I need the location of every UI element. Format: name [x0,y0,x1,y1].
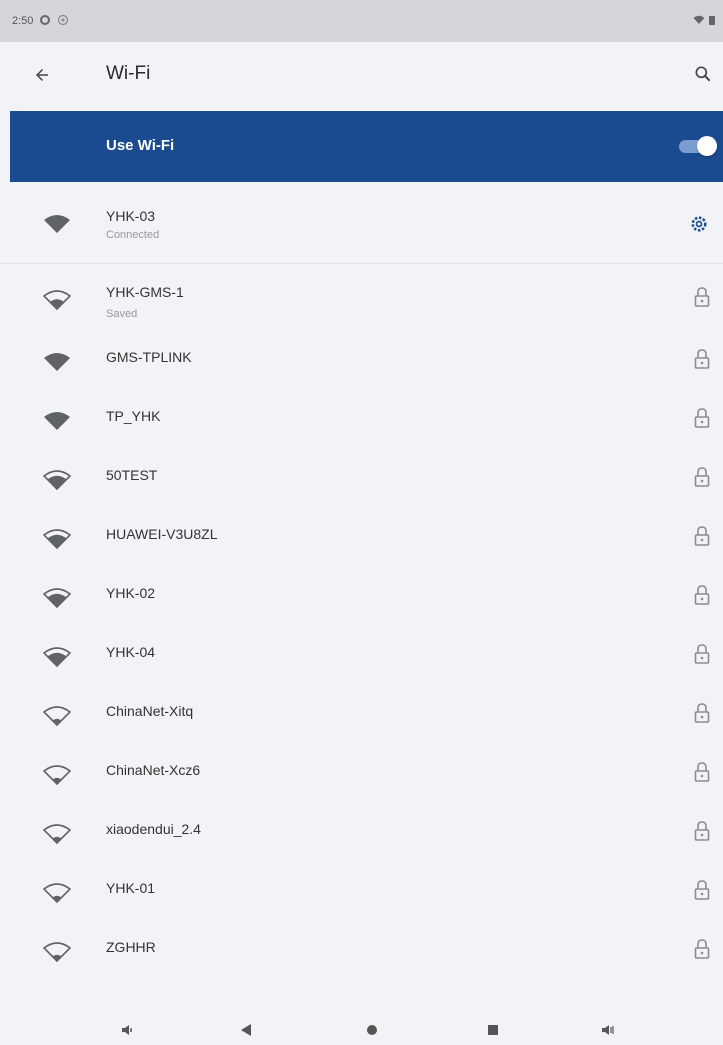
lock-icon [694,821,710,841]
lock-icon [694,349,710,369]
wifi-signal-full-icon [44,353,70,371]
wifi-signal-low-icon [42,706,72,726]
wifi-signal-full-icon [44,215,70,233]
network-row[interactable]: ChinaNet-Xitq [0,686,723,745]
navigation-bar [0,1015,723,1045]
back-button[interactable] [30,63,54,87]
settings-icon [39,14,51,29]
page-title: Wi-Fi [106,63,151,84]
back-nav-button[interactable] [236,1020,256,1040]
lock-icon [694,287,710,307]
network-name: YHK-GMS-1 [106,284,184,300]
connected-network-row[interactable]: YHK-03 Connected [0,186,723,264]
wifi-signal-full-icon [44,412,70,430]
volume-up-button[interactable] [598,1020,618,1040]
network-row[interactable]: YHK-04 [0,627,723,686]
lock-icon [694,526,710,546]
network-list: YHK-GMS-1 Saved GMS-TPLINK TP_YHK 50TEST HUAW… [0,270,723,981]
wifi-signal-high-icon [42,647,72,667]
wifi-signal-high-icon [42,470,72,490]
network-name: YHK-03 [106,208,156,224]
lock-icon [694,762,710,782]
network-name: 50TEST [106,467,158,483]
network-status: Saved [106,308,138,320]
network-row[interactable]: YHK-02 [0,568,723,627]
search-icon [695,66,711,82]
status-bar: 2:50 [0,0,723,42]
network-name: ChinaNet-Xitq [106,703,194,719]
wifi-status-icon [693,15,705,28]
network-row[interactable]: ZGHHR [0,922,723,981]
home-button[interactable] [362,1020,382,1040]
network-row[interactable]: YHK-GMS-1 Saved [0,270,723,332]
network-row[interactable]: 50TEST [0,450,723,509]
network-name: YHK-04 [106,644,156,660]
wifi-signal-low-icon [42,765,72,785]
battery-icon [709,15,715,28]
volume-down-button[interactable] [118,1020,138,1040]
network-name: YHK-01 [106,880,156,896]
wifi-signal-medium-icon [42,290,72,310]
network-name: HUAWEI-V3U8ZL [106,526,218,542]
lock-icon [694,467,710,487]
toggle-thumb [697,136,717,156]
lock-icon [694,703,710,723]
network-name: xiaodendui_2.4 [106,821,201,837]
status-time: 2:50 [12,15,34,27]
volume-up-icon [602,1025,614,1035]
volume-down-icon [122,1025,132,1035]
network-row[interactable]: YHK-01 [0,863,723,922]
network-row[interactable]: xiaodendui_2.4 [0,804,723,863]
network-name: GMS-TPLINK [106,349,192,365]
search-button[interactable] [691,62,715,86]
home-circle-icon [367,1025,377,1035]
notification-icon [57,14,69,29]
network-name: TP_YHK [106,408,161,424]
back-triangle-icon [241,1024,251,1036]
lock-icon [694,939,710,959]
app-bar: Wi-Fi [0,42,723,108]
wifi-signal-low-icon [42,824,72,844]
recents-button[interactable] [483,1020,503,1040]
lock-icon [694,880,710,900]
network-row[interactable]: ChinaNet-Xcz6 [0,745,723,804]
use-wifi-toggle[interactable] [679,136,717,156]
network-row[interactable]: TP_YHK [0,391,723,450]
network-row[interactable]: GMS-TPLINK [0,332,723,391]
wifi-signal-high-icon [42,588,72,608]
network-row[interactable]: HUAWEI-V3U8ZL [0,509,723,568]
wifi-signal-low-icon [42,883,72,903]
network-name: YHK-02 [106,585,156,601]
use-wifi-label: Use Wi-Fi [106,137,175,154]
recents-square-icon [488,1025,498,1035]
gear-icon[interactable] [689,214,709,234]
network-status: Connected [106,229,160,241]
network-name: ChinaNet-Xcz6 [106,762,201,778]
network-name: ZGHHR [106,939,156,955]
lock-icon [694,585,710,605]
use-wifi-bar[interactable]: Use Wi-Fi [10,111,723,182]
lock-icon [694,644,710,664]
back-arrow-icon [36,69,48,81]
lock-icon [694,408,710,428]
wifi-signal-low-icon [42,942,72,962]
wifi-signal-high-icon [42,529,72,549]
